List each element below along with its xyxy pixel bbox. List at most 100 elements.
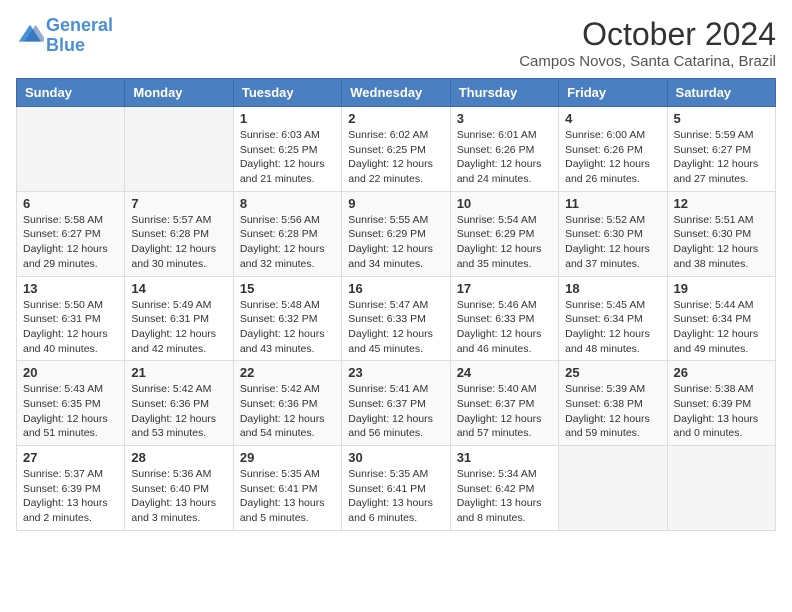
day-number: 8 (240, 196, 335, 211)
calendar-header-row: SundayMondayTuesdayWednesdayThursdayFrid… (17, 79, 776, 107)
day-info: Sunrise: 5:54 AM Sunset: 6:29 PM Dayligh… (457, 213, 552, 272)
calendar-cell: 27 Sunrise: 5:37 AM Sunset: 6:39 PM Dayli… (17, 446, 125, 531)
day-info: Sunrise: 5:34 AM Sunset: 6:42 PM Dayligh… (457, 467, 552, 526)
day-info: Sunrise: 5:50 AM Sunset: 6:31 PM Dayligh… (23, 298, 118, 357)
day-info: Sunrise: 5:49 AM Sunset: 6:31 PM Dayligh… (131, 298, 226, 357)
calendar-cell: 17 Sunrise: 5:46 AM Sunset: 6:33 PM Dayli… (450, 276, 558, 361)
day-info: Sunrise: 5:38 AM Sunset: 6:39 PM Dayligh… (674, 382, 769, 441)
day-of-week-header: Tuesday (233, 79, 341, 107)
calendar-cell: 23 Sunrise: 5:41 AM Sunset: 6:37 PM Dayli… (342, 361, 450, 446)
calendar-week-row: 27 Sunrise: 5:37 AM Sunset: 6:39 PM Dayli… (17, 446, 776, 531)
day-info: Sunrise: 5:48 AM Sunset: 6:32 PM Dayligh… (240, 298, 335, 357)
day-number: 31 (457, 450, 552, 465)
day-number: 25 (565, 365, 660, 380)
day-info: Sunrise: 5:51 AM Sunset: 6:30 PM Dayligh… (674, 213, 769, 272)
day-info: Sunrise: 5:37 AM Sunset: 6:39 PM Dayligh… (23, 467, 118, 526)
day-number: 26 (674, 365, 769, 380)
calendar-cell: 28Sunrise: 5:36 AM Sunset: 6:40 PM Dayli… (125, 446, 233, 531)
day-number: 27 (23, 450, 118, 465)
month-year: October 2024 (519, 16, 776, 53)
day-number: 22 (240, 365, 335, 380)
day-number: 7 (131, 196, 226, 211)
day-of-week-header: Monday (125, 79, 233, 107)
page-header: General Blue October 2024 Campos Novos, … (16, 16, 776, 70)
day-info: Sunrise: 6:01 AM Sunset: 6:26 PM Dayligh… (457, 128, 552, 187)
day-number: 24 (457, 365, 552, 380)
day-number: 13 (23, 281, 118, 296)
day-info: Sunrise: 5:42 AM Sunset: 6:36 PM Dayligh… (240, 382, 335, 441)
day-info: Sunrise: 5:57 AM Sunset: 6:28 PM Dayligh… (131, 213, 226, 272)
day-number: 14 (131, 281, 226, 296)
calendar-week-row: 6Sunrise: 5:58 AM Sunset: 6:27 PM Daylig… (17, 191, 776, 276)
logo: General Blue (16, 16, 113, 56)
day-number: 9 (348, 196, 443, 211)
calendar-cell: 20Sunrise: 5:43 AM Sunset: 6:35 PM Dayli… (17, 361, 125, 446)
calendar-cell: 6Sunrise: 5:58 AM Sunset: 6:27 PM Daylig… (17, 191, 125, 276)
day-info: Sunrise: 5:35 AM Sunset: 6:41 PM Dayligh… (348, 467, 443, 526)
location: Campos Novos, Santa Catarina, Brazil (519, 53, 776, 70)
day-number: 6 (23, 196, 118, 211)
day-info: Sunrise: 5:52 AM Sunset: 6:30 PM Dayligh… (565, 213, 660, 272)
day-number: 2 (348, 111, 443, 126)
day-number: 30 (348, 450, 443, 465)
calendar-cell: 22 Sunrise: 5:42 AM Sunset: 6:36 PM Dayli… (233, 361, 341, 446)
day-number: 5 (674, 111, 769, 126)
calendar-cell (667, 446, 775, 531)
day-info: Sunrise: 6:02 AM Sunset: 6:25 PM Dayligh… (348, 128, 443, 187)
calendar-cell: 30 Sunrise: 5:35 AM Sunset: 6:41 PM Dayli… (342, 446, 450, 531)
day-info: Sunrise: 5:36 AM Sunset: 6:40 PM Dayligh… (131, 467, 226, 526)
day-of-week-header: Thursday (450, 79, 558, 107)
calendar-cell: 2 Sunrise: 6:02 AM Sunset: 6:25 PM Daylig… (342, 107, 450, 192)
calendar-cell (559, 446, 667, 531)
calendar-cell: 25Sunrise: 5:39 AM Sunset: 6:38 PM Dayli… (559, 361, 667, 446)
calendar-cell (17, 107, 125, 192)
calendar-cell: 19Sunrise: 5:44 AM Sunset: 6:34 PM Dayli… (667, 276, 775, 361)
day-of-week-header: Friday (559, 79, 667, 107)
calendar-cell: 9 Sunrise: 5:55 AM Sunset: 6:29 PM Daylig… (342, 191, 450, 276)
day-info: Sunrise: 5:40 AM Sunset: 6:37 PM Dayligh… (457, 382, 552, 441)
calendar-week-row: 13 Sunrise: 5:50 AM Sunset: 6:31 PM Dayli… (17, 276, 776, 361)
day-of-week-header: Saturday (667, 79, 775, 107)
calendar-cell (125, 107, 233, 192)
day-info: Sunrise: 5:41 AM Sunset: 6:37 PM Dayligh… (348, 382, 443, 441)
logo-icon (16, 22, 44, 50)
day-number: 16 (348, 281, 443, 296)
day-number: 17 (457, 281, 552, 296)
day-of-week-header: Sunday (17, 79, 125, 107)
calendar-cell: 31 Sunrise: 5:34 AM Sunset: 6:42 PM Dayli… (450, 446, 558, 531)
day-number: 21 (131, 365, 226, 380)
day-number: 12 (674, 196, 769, 211)
calendar-cell: 18 Sunrise: 5:45 AM Sunset: 6:34 PM Dayli… (559, 276, 667, 361)
day-info: Sunrise: 5:59 AM Sunset: 6:27 PM Dayligh… (674, 128, 769, 187)
title-block: October 2024 Campos Novos, Santa Catarin… (519, 16, 776, 70)
day-number: 3 (457, 111, 552, 126)
calendar-cell: 12 Sunrise: 5:51 AM Sunset: 6:30 PM Dayli… (667, 191, 775, 276)
calendar-cell: 29 Sunrise: 5:35 AM Sunset: 6:41 PM Dayli… (233, 446, 341, 531)
day-info: Sunrise: 5:55 AM Sunset: 6:29 PM Dayligh… (348, 213, 443, 272)
calendar-week-row: 20Sunrise: 5:43 AM Sunset: 6:35 PM Dayli… (17, 361, 776, 446)
calendar-week-row: 1 Sunrise: 6:03 AM Sunset: 6:25 PM Daylig… (17, 107, 776, 192)
calendar-cell: 10 Sunrise: 5:54 AM Sunset: 6:29 PM Dayli… (450, 191, 558, 276)
day-of-week-header: Wednesday (342, 79, 450, 107)
day-number: 18 (565, 281, 660, 296)
day-number: 20 (23, 365, 118, 380)
calendar-cell: 7 Sunrise: 5:57 AM Sunset: 6:28 PM Daylig… (125, 191, 233, 276)
day-info: Sunrise: 5:46 AM Sunset: 6:33 PM Dayligh… (457, 298, 552, 357)
day-number: 29 (240, 450, 335, 465)
day-number: 10 (457, 196, 552, 211)
day-info: Sunrise: 5:35 AM Sunset: 6:41 PM Dayligh… (240, 467, 335, 526)
day-info: Sunrise: 5:56 AM Sunset: 6:28 PM Dayligh… (240, 213, 335, 272)
day-info: Sunrise: 6:00 AM Sunset: 6:26 PM Dayligh… (565, 128, 660, 187)
day-number: 1 (240, 111, 335, 126)
day-number: 15 (240, 281, 335, 296)
day-info: Sunrise: 6:03 AM Sunset: 6:25 PM Dayligh… (240, 128, 335, 187)
day-info: Sunrise: 5:45 AM Sunset: 6:34 PM Dayligh… (565, 298, 660, 357)
day-number: 23 (348, 365, 443, 380)
calendar-cell: 13 Sunrise: 5:50 AM Sunset: 6:31 PM Dayli… (17, 276, 125, 361)
day-number: 4 (565, 111, 660, 126)
day-info: Sunrise: 5:47 AM Sunset: 6:33 PM Dayligh… (348, 298, 443, 357)
day-info: Sunrise: 5:44 AM Sunset: 6:34 PM Dayligh… (674, 298, 769, 357)
calendar-cell: 24 Sunrise: 5:40 AM Sunset: 6:37 PM Dayli… (450, 361, 558, 446)
calendar-cell: 21 Sunrise: 5:42 AM Sunset: 6:36 PM Dayli… (125, 361, 233, 446)
day-info: Sunrise: 5:42 AM Sunset: 6:36 PM Dayligh… (131, 382, 226, 441)
